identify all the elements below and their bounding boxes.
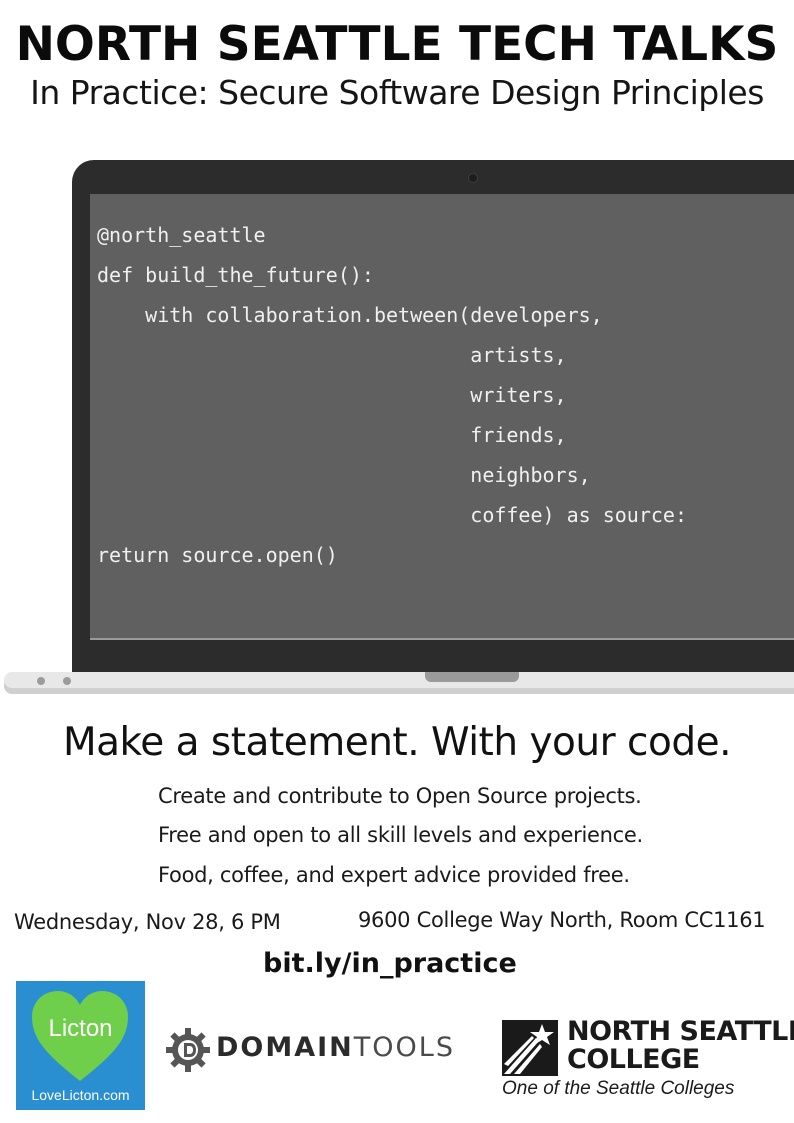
- code-line: coffee) as source:: [97, 503, 688, 527]
- domaintools-part1: DOMAIN: [216, 1032, 354, 1063]
- licton-name: Licton: [48, 1015, 113, 1042]
- laptop-notch: [425, 672, 519, 682]
- status-light-icon: [37, 677, 45, 685]
- detail-line: Food, coffee, and expert advice provided…: [158, 863, 630, 887]
- event-address: 9600 College Way North, Room CC1161: [358, 908, 766, 932]
- licton-logo: Licton LoveLicton.com: [16, 981, 145, 1110]
- code-line: neighbors,: [97, 463, 591, 487]
- code-line: with collaboration.between(developers,: [97, 303, 603, 327]
- laptop-screen: [90, 194, 794, 640]
- star-burst-icon: [502, 1020, 558, 1076]
- code-line: @north_seattle: [97, 223, 266, 247]
- gear-icon: [166, 1028, 210, 1072]
- status-light-icon: [63, 677, 71, 685]
- nsc-name-line2: COLLEGE: [567, 1044, 700, 1075]
- detail-line: Free and open to all skill levels and ex…: [158, 823, 643, 847]
- nsc-name-line1: NORTH SEATTLE: [567, 1016, 794, 1047]
- event-subtitle: In Practice: Secure Software Design Prin…: [30, 73, 764, 112]
- event-title: NORTH SEATTLE TECH TALKS: [15, 17, 779, 72]
- nsc-tagline: One of the Seattle Colleges: [502, 1078, 735, 1099]
- domaintools-wordmark: DOMAINTOOLS: [216, 1032, 455, 1063]
- domaintools-part2: TOOLS: [353, 1032, 455, 1063]
- domaintools-logo: DOMAINTOOLS: [166, 1026, 476, 1074]
- webcam-icon: [468, 173, 478, 183]
- tagline: Make a statement. With your code.: [63, 720, 732, 765]
- laptop-base: [4, 672, 794, 694]
- event-link[interactable]: bit.ly/in_practice: [263, 948, 517, 979]
- code-line: writers,: [97, 383, 567, 407]
- code-line: friends,: [97, 423, 567, 447]
- nsc-logo: NORTH SEATTLE COLLEGE One of the Seattle…: [502, 1016, 794, 1106]
- code-line: artists,: [97, 343, 567, 367]
- event-date: Wednesday, Nov 28, 6 PM: [14, 910, 281, 934]
- code-line: def build_the_future():: [97, 263, 374, 287]
- licton-url: LoveLicton.com: [31, 1087, 130, 1103]
- detail-line: Create and contribute to Open Source pro…: [158, 784, 642, 808]
- code-line: return source.open(): [97, 543, 338, 567]
